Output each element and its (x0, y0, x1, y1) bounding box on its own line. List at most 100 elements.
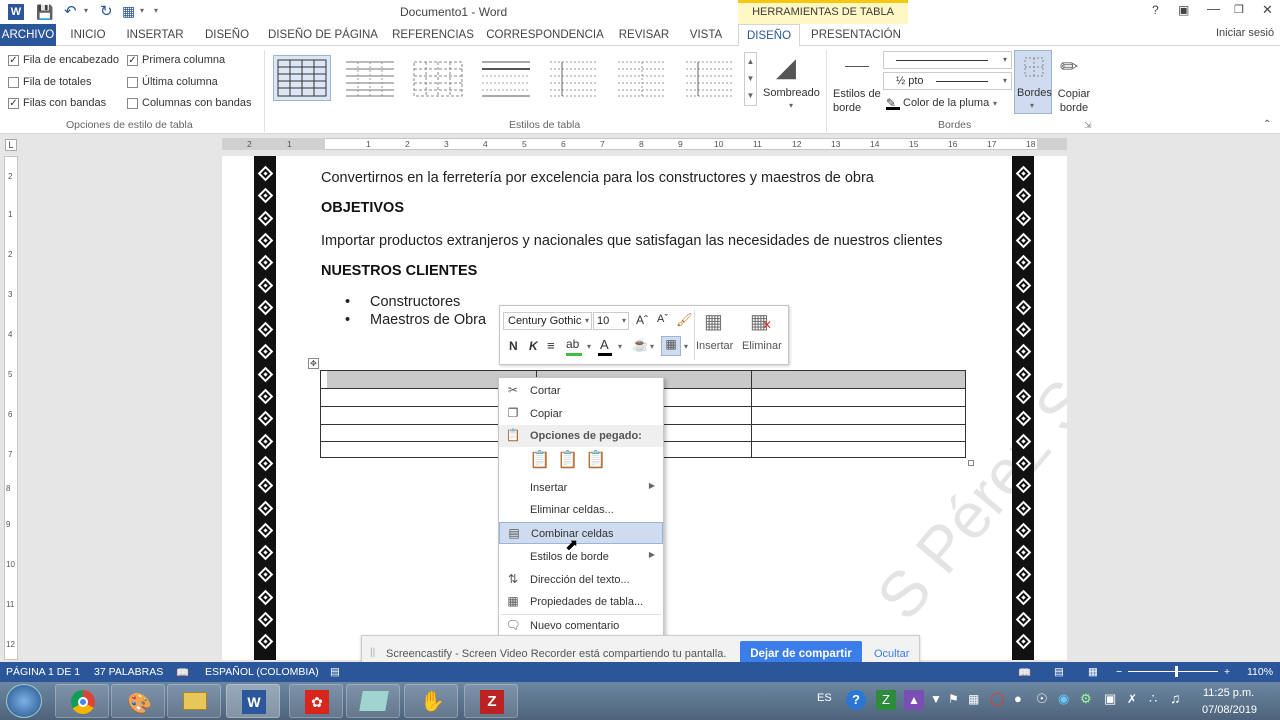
input-language[interactable]: ES (817, 692, 832, 704)
network-icon[interactable]: ∴ (1149, 691, 1157, 707)
tab-referencias[interactable]: REFERENCIAS (390, 24, 476, 46)
tab-correspondencia[interactable]: CORRESPONDENCIA (486, 24, 604, 46)
web-layout-icon[interactable]: ▦ (1088, 666, 1098, 678)
customize-qat-icon[interactable]: ▾ (154, 6, 158, 15)
borders-icon[interactable]: ▦ (661, 336, 681, 356)
align-center-icon[interactable]: ≡ (547, 338, 555, 353)
page-count[interactable]: PÁGINA 1 DE 1 (6, 666, 80, 678)
border-painter-icon[interactable]: ✏ (1060, 54, 1078, 80)
undo-dropdown-icon[interactable]: ▾ (84, 6, 88, 15)
language[interactable]: ESPAÑOL (COLOMBIA) (205, 666, 319, 678)
tray-app2-icon[interactable]: ▲ (904, 690, 924, 710)
menu-item-cut[interactable]: ✂ Cortar (499, 380, 663, 402)
help-icon[interactable]: ? (1152, 3, 1159, 17)
doc-heading[interactable]: OBJETIVOS (321, 200, 404, 216)
chevron-down-icon[interactable]: ▾ (587, 342, 591, 351)
insert-table-icon[interactable]: ▦ (704, 309, 723, 334)
clock-time[interactable]: 11:25 p.m. (1203, 687, 1254, 699)
menu-item-merge-cells[interactable]: ▤ Combinar celdas (499, 522, 663, 544)
table-move-handle-icon[interactable]: ✥ (308, 358, 319, 369)
table-qat-icon[interactable]: ▦ (122, 3, 135, 20)
tab-selector[interactable]: L (5, 139, 17, 151)
line-weight-select[interactable]: ½ pto ▾ (883, 72, 1012, 90)
macro-icon[interactable]: ▤ (330, 666, 340, 678)
shading-dropdown-icon[interactable]: ▾ (789, 101, 793, 110)
styles-scroll[interactable]: ▲ ▼ ▼ (744, 52, 757, 106)
start-button-icon[interactable] (6, 684, 42, 718)
dialog-launcher-icon[interactable]: ⇲ (1084, 120, 1092, 131)
paint-taskbar-icon[interactable]: 🎨 (111, 684, 165, 718)
chevron-down-icon[interactable]: ▾ (684, 342, 688, 351)
close-icon[interactable]: ✕ (1262, 2, 1273, 18)
app-tray-icon[interactable]: Z (876, 690, 896, 710)
tray-icon-7[interactable]: ◉ (1058, 691, 1069, 707)
menu-item-copy[interactable]: ❐ Copiar (499, 403, 663, 425)
undo-icon[interactable]: ↶ (64, 2, 77, 20)
restore-icon[interactable]: ❐ (1234, 3, 1244, 16)
font-color-icon[interactable]: A (600, 337, 609, 352)
menu-item-table-properties[interactable]: ▦ Propiedades de tabla... (499, 591, 663, 613)
read-mode-icon[interactable]: 📖 (1018, 666, 1031, 679)
paste-keep-format-icon[interactable]: 📋 (529, 450, 550, 472)
zoom-thumb[interactable] (1175, 666, 1178, 677)
tray-icon-8[interactable]: ⚙ (1080, 691, 1092, 707)
hide-button[interactable]: Ocultar (874, 648, 909, 660)
word-count[interactable]: 37 PALABRAS (94, 666, 163, 678)
line-style-select[interactable]: ▾ (883, 51, 1012, 69)
highlight-icon[interactable]: ab (566, 337, 579, 351)
table-style-3[interactable] (409, 55, 467, 101)
chrome-taskbar-icon[interactable] (55, 684, 109, 718)
insert-button[interactable]: Insertar (696, 340, 733, 352)
minimize-icon[interactable]: — (1207, 1, 1220, 16)
mic-tray-icon[interactable]: ▼ (930, 692, 942, 706)
opt-total-row[interactable]: Fila de totales (8, 76, 91, 88)
delete-button[interactable]: Eliminar (742, 340, 782, 352)
tab-presentacion[interactable]: PRESENTACIÓN (808, 24, 904, 46)
format-painter-icon[interactable]: 🖌 (676, 312, 693, 328)
chevron-down-icon[interactable]: ▾ (650, 342, 654, 351)
font-name-select[interactable]: Century Gothic ▾ (503, 312, 592, 330)
zoom-out-icon[interactable]: − (1116, 666, 1122, 678)
tab-archivo[interactable]: ARCHIVO (0, 24, 56, 46)
zoom-slider[interactable] (1128, 671, 1218, 672)
opt-banded-columns[interactable]: Columnas con bandas (127, 97, 251, 109)
menu-item-new-comment[interactable]: 🗨 Nuevo comentario (499, 615, 663, 637)
doc-paragraph[interactable]: Importar productos extranjeros y naciona… (321, 233, 942, 249)
list-item[interactable]: Maestros de Obra (370, 312, 486, 328)
borders-button[interactable]: Bordes ▾ (1014, 50, 1052, 114)
tray-icon-10[interactable]: ✗ (1127, 692, 1137, 706)
chevron-down-icon[interactable]: ▾ (618, 342, 622, 351)
flag-tray-icon[interactable]: ⚑ (948, 692, 959, 706)
tray-icon-9[interactable]: ▣ (1104, 691, 1116, 707)
tray-icon-3[interactable]: ▦ (968, 692, 979, 706)
tab-inicio[interactable]: INICIO (62, 24, 114, 46)
acrobat-taskbar-icon[interactable]: ✿ (289, 684, 343, 718)
clock-date[interactable]: 07/08/2019 (1202, 704, 1257, 716)
sign-in-link[interactable]: Iniciar sesió (1216, 27, 1274, 39)
shading-icon[interactable]: ☕ (632, 337, 648, 353)
paste-merge-icon[interactable]: 📋 (557, 450, 578, 472)
explorer-taskbar-icon[interactable] (167, 684, 221, 718)
zoom-level[interactable]: 110% (1247, 666, 1273, 678)
shading-button[interactable]: Sombreado (763, 87, 820, 99)
table-style-7[interactable] (681, 55, 739, 101)
proofing-icon[interactable]: 📖 (176, 666, 189, 679)
table-style-5[interactable] (545, 55, 603, 101)
app2-taskbar-icon[interactable]: ✋ (404, 684, 458, 718)
word-taskbar-icon[interactable]: W (226, 684, 280, 718)
menu-item-delete-cells[interactable]: Eliminar celdas... (499, 499, 663, 521)
save-icon[interactable]: 💾 (36, 4, 53, 21)
ribbon-options-icon[interactable]: ▣ (1178, 3, 1189, 17)
app-taskbar-icon[interactable] (346, 684, 400, 718)
border-styles-button[interactable]: Estilos de borde (833, 87, 883, 115)
menu-item-text-direction[interactable]: ⇅ Dirección del texto... (499, 569, 663, 591)
collapse-ribbon-icon[interactable]: ⌃ (1263, 119, 1271, 130)
doc-heading[interactable]: NUESTROS CLIENTES (321, 263, 477, 279)
copy-border-button[interactable]: Copiar borde (1056, 87, 1092, 115)
opt-banded-rows[interactable]: ✓ Filas con bandas (8, 97, 106, 109)
italic-button[interactable]: K (529, 339, 538, 353)
zoom-in-icon[interactable]: + (1224, 666, 1230, 678)
tab-insertar[interactable]: INSERTAR (122, 24, 188, 46)
table-style-1[interactable] (273, 55, 331, 101)
volume-icon[interactable]: ♫ (1170, 690, 1181, 706)
